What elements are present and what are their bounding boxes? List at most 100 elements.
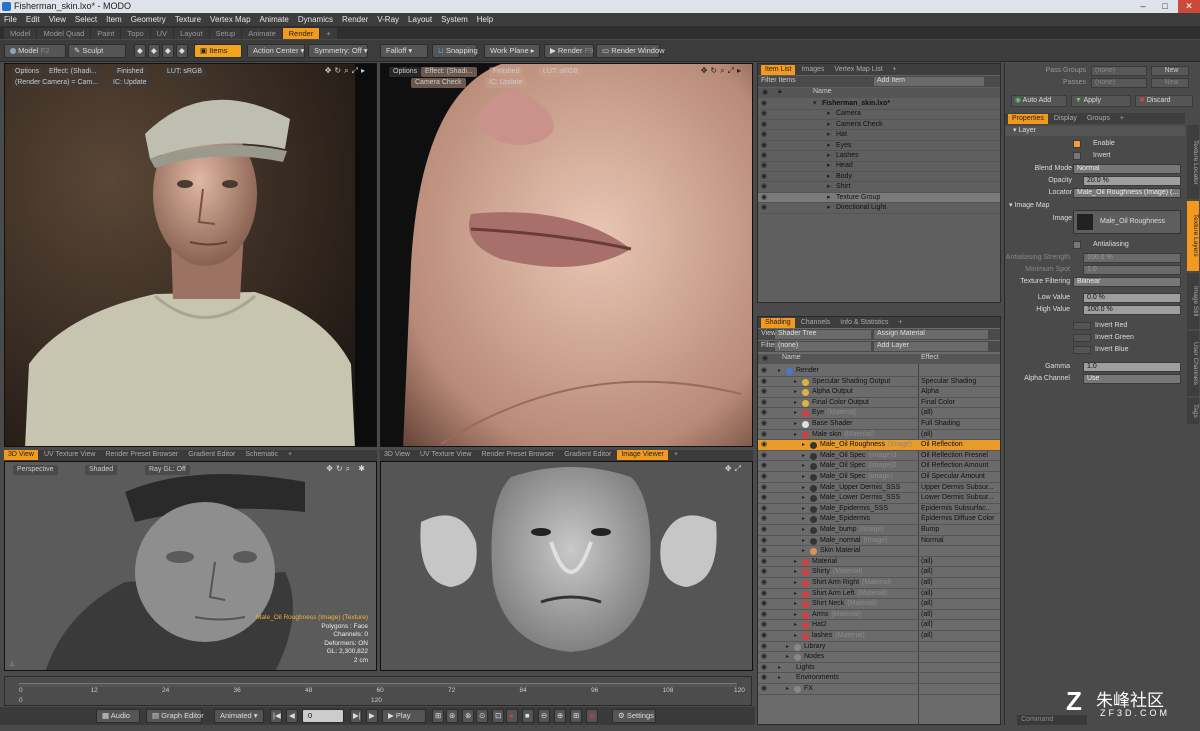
- expand-icon[interactable]: ▸: [827, 172, 831, 183]
- visibility-icon[interactable]: ◉: [761, 451, 770, 462]
- vertex-select-icon[interactable]: ◆: [134, 44, 146, 58]
- work-plane-button[interactable]: Work Plane ▸: [484, 44, 540, 58]
- visibility-icon[interactable]: ◉: [761, 631, 770, 642]
- visibility-icon[interactable]: ◉: [761, 652, 770, 663]
- menu-select[interactable]: Select: [75, 15, 97, 24]
- render-viewport-2[interactable]: Options Effect: (Shadi... Finished LUT: …: [380, 63, 753, 447]
- first-frame-button[interactable]: |◀: [270, 709, 282, 723]
- shader-row[interactable]: ◉ ▸ Male_bump (Image) Bump: [758, 525, 1000, 536]
- itemlist-tab-vertex-map-list[interactable]: Vertex Map List: [830, 65, 886, 75]
- expand-icon[interactable]: ▸: [794, 557, 797, 568]
- add-layer-dropdown[interactable]: Add Layer: [874, 342, 988, 351]
- animated-dropdown[interactable]: Animated ▾: [214, 709, 264, 723]
- name-column[interactable]: Name: [782, 354, 801, 361]
- minimize-button[interactable]: –: [1132, 0, 1154, 13]
- item-row[interactable]: ◉ ▸ Texture Group: [758, 192, 1000, 204]
- expand-icon[interactable]: ▸: [778, 366, 781, 377]
- menu-vertex-map[interactable]: Vertex Map: [210, 15, 250, 24]
- visibility-icon[interactable]: ◉: [761, 461, 770, 472]
- item-row[interactable]: ◉ ▸ Shirt: [758, 182, 1000, 193]
- expand-icon[interactable]: ▸: [794, 589, 797, 600]
- shader-row[interactable]: ◉ ▸ Material (all): [758, 557, 1000, 568]
- prop-tab-properties[interactable]: Properties: [1008, 113, 1048, 124]
- expand-icon[interactable]: ▸: [794, 599, 797, 610]
- br-tab-add-tab-button[interactable]: +: [670, 450, 682, 460]
- expand-icon[interactable]: ▸: [827, 120, 831, 131]
- item-row[interactable]: ◉ ▸ Camera: [758, 109, 1000, 120]
- viewport-nav-icons-3[interactable]: ✥↻⌕ ✱: [326, 464, 368, 474]
- shader-tree-dropdown[interactable]: Shader Tree: [775, 330, 871, 339]
- shader-row[interactable]: ◉ ▸ Eye (Material) (all): [758, 408, 1000, 419]
- expand-icon[interactable]: ▸: [802, 461, 805, 472]
- visibility-icon[interactable]: ◉: [761, 377, 770, 388]
- expand-icon[interactable]: ▸: [794, 567, 797, 578]
- expand-icon[interactable]: ▸: [794, 610, 797, 621]
- loop-icon[interactable]: ⊖: [538, 709, 550, 723]
- 3d-viewport[interactable]: Perspective Shaded Ray GL: Off ✥↻⌕ ✱ Mal…: [4, 461, 377, 671]
- visibility-icon[interactable]: ◉: [761, 642, 770, 653]
- shader-row[interactable]: ◉ ▸ lashes (Material) (all): [758, 631, 1000, 642]
- expand-icon[interactable]: ▸: [786, 642, 789, 653]
- image-picker[interactable]: Male_Oil Roughness: [1073, 210, 1181, 234]
- shader-row[interactable]: ◉ ▸ Skin Material: [758, 546, 1000, 557]
- shader-row[interactable]: ◉ ▸ Male_Lower Dermis_SSS Lower Dermis Subs…: [758, 493, 1000, 504]
- expand-icon[interactable]: ▸: [802, 451, 805, 462]
- expand-icon[interactable]: ▾: [813, 99, 817, 110]
- edge-select-icon[interactable]: ◆: [148, 44, 160, 58]
- shader-row[interactable]: ◉ ▸ Male skin (Material) (all): [758, 430, 1000, 441]
- bl-tab-gradient-editor[interactable]: Gradient Editor: [184, 450, 239, 460]
- texture-filtering-dropdown[interactable]: Bilinear: [1073, 277, 1181, 287]
- item-row[interactable]: ◉ ▸ Head: [758, 161, 1000, 172]
- viewport-nav-icons-2[interactable]: ✥↻⌕⤢▸: [701, 66, 744, 76]
- visibility-icon[interactable]: ◉: [761, 620, 770, 631]
- expand-icon[interactable]: ▸: [794, 578, 797, 589]
- shader-row[interactable]: ◉ ▸ Alpha Output Alpha: [758, 387, 1000, 398]
- menu-layout[interactable]: Layout: [408, 15, 432, 24]
- expand-icon[interactable]: ▸: [794, 620, 797, 631]
- side-tab-texture-layers[interactable]: Texture Layers: [1187, 201, 1199, 271]
- effect-dropdown-2[interactable]: Effect: (Shadi...: [421, 67, 477, 77]
- add-layout-tab-button[interactable]: +: [320, 28, 337, 39]
- visibility-icon[interactable]: ◉: [761, 408, 770, 419]
- options-menu-2[interactable]: Options: [389, 67, 422, 77]
- visibility-icon[interactable]: ◉: [761, 398, 770, 409]
- layout-tab-animate[interactable]: Animate: [242, 28, 282, 39]
- shader-row[interactable]: ◉ ▸ Library: [758, 642, 1000, 653]
- set-key-icon[interactable]: ⊡: [492, 709, 504, 723]
- bl-tab-render-preset-browser[interactable]: Render Preset Browser: [101, 450, 182, 460]
- items-button[interactable]: ▣ Items: [194, 44, 242, 58]
- ic-dropdown[interactable]: IC: Update: [109, 78, 151, 88]
- expand-icon[interactable]: ▸: [802, 472, 805, 483]
- shaded-dropdown[interactable]: Shaded: [85, 465, 118, 475]
- visibility-icon[interactable]: ◉: [761, 514, 770, 525]
- visibility-icon[interactable]: ◉: [761, 589, 770, 600]
- range-icon[interactable]: ⊞: [570, 709, 582, 723]
- graph-editor-button[interactable]: ▤ Graph Editor: [146, 709, 204, 723]
- discard-button[interactable]: ✖ Discard: [1135, 95, 1193, 107]
- prop-tab-display[interactable]: Display: [1050, 114, 1081, 124]
- visibility-icon[interactable]: ◉: [761, 536, 770, 547]
- audio-button[interactable]: ▦ Audio: [96, 709, 140, 723]
- alpha-channel-dropdown[interactable]: Use: [1083, 374, 1181, 384]
- expand-icon[interactable]: ▸: [827, 203, 831, 214]
- br-tab-gradient-editor[interactable]: Gradient Editor: [560, 450, 615, 460]
- visibility-icon[interactable]: ◉: [761, 387, 770, 398]
- expand-icon[interactable]: ▸: [794, 631, 797, 642]
- visibility-icon[interactable]: ◉: [761, 504, 770, 515]
- add-item-dropdown[interactable]: Add Item: [874, 77, 984, 86]
- locator-dropdown[interactable]: Male_Oil Roughness (Image) (...: [1073, 188, 1181, 198]
- close-button[interactable]: ✕: [1178, 0, 1200, 13]
- visibility-icon[interactable]: ◉: [761, 109, 770, 120]
- expand-icon[interactable]: ▸: [827, 151, 831, 162]
- auto-add-button[interactable]: ◉ Auto Add: [1011, 95, 1067, 107]
- expand-icon[interactable]: ▸: [802, 536, 805, 547]
- layout-tab-model[interactable]: Model: [4, 28, 37, 39]
- expand-icon[interactable]: ▸: [786, 684, 789, 695]
- expand-icon[interactable]: ▸: [786, 652, 789, 663]
- expand-icon[interactable]: ▸: [794, 419, 797, 430]
- expand-icon[interactable]: ▸: [802, 493, 805, 504]
- itemlist-tab-images[interactable]: Images: [797, 65, 828, 75]
- item-row[interactable]: ◉ ▾ Fisherman_skin.lxo*: [758, 99, 1000, 110]
- item-row[interactable]: ◉ ▸ Eyes: [758, 141, 1000, 152]
- bl-tab-3d-view[interactable]: 3D View: [4, 450, 38, 460]
